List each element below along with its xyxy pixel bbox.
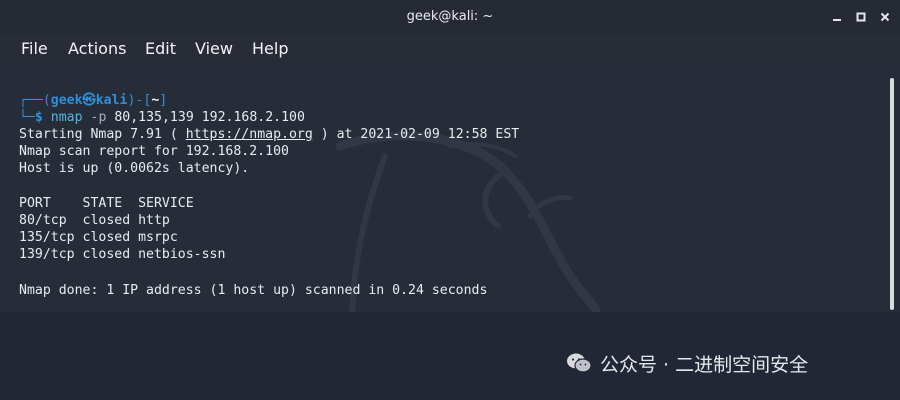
nmap-link[interactable]: https://nmap.org <box>186 127 313 142</box>
minimize-button[interactable] <box>829 9 845 25</box>
window-title: geek@kali: ~ <box>406 9 494 24</box>
prompt-separator: )-[ <box>127 93 152 108</box>
close-button[interactable] <box>877 9 893 25</box>
output-host-up: Host is up (0.0062s latency). <box>19 161 250 176</box>
close-icon <box>880 12 890 22</box>
starting-text: Starting Nmap 7.91 ( <box>19 127 186 142</box>
command-option: -p <box>90 110 107 125</box>
output-port-row: 135/tcp closed msrpc <box>19 230 178 245</box>
wechat-icon <box>567 353 592 373</box>
watermark: 公众号 · 二进制空间安全 <box>566 348 808 378</box>
prompt-dollar: $ <box>34 110 43 125</box>
output-done: Nmap done: 1 IP address (1 host up) scan… <box>19 283 488 298</box>
maximize-button[interactable] <box>853 9 869 25</box>
terminal-window: geek@kali: ~ File Actions Edit View Help <box>0 0 900 312</box>
menu-view[interactable]: View <box>195 38 233 60</box>
menu-help[interactable]: Help <box>252 38 288 60</box>
scrollbar-thumb[interactable] <box>890 78 894 310</box>
prompt-corner: ┌──( <box>19 93 51 108</box>
maximize-icon <box>856 12 866 22</box>
output-starting: Starting Nmap 7.91 ( https://nmap.org ) … <box>19 126 519 143</box>
command-name: nmap <box>50 110 83 125</box>
prompt-user: geek <box>50 93 83 108</box>
menu-edit[interactable]: Edit <box>145 38 176 60</box>
vertical-scrollbar[interactable] <box>884 66 900 312</box>
starting-timestamp: ) at 2021-02-09 12:58 EST <box>312 127 520 142</box>
menu-file[interactable]: File <box>21 38 48 60</box>
prompt-host: kali <box>95 93 128 108</box>
output-scan-report: Nmap scan report for 192.168.2.100 <box>19 144 289 159</box>
prompt-at-symbol: ㉿ <box>82 93 96 108</box>
prompt-corner-bottom: └─ <box>19 110 35 125</box>
watermark-text: 公众号 · 二进制空间安全 <box>600 353 809 376</box>
menu-actions[interactable]: Actions <box>68 38 126 60</box>
minimize-icon <box>833 19 841 21</box>
prompt-line-2: └─$ nmap -p 80,135,139 192.168.2.100 <box>19 109 305 126</box>
command-args: 80,135,139 192.168.2.100 <box>114 110 305 125</box>
prompt-line-1: ┌──(geek㉿kali)-[~] <box>19 92 167 109</box>
output-table-header: PORT STATE SERVICE <box>19 196 194 211</box>
prompt-bracket: ] <box>159 93 168 108</box>
terminal-output[interactable]: ┌──(geek㉿kali)-[~] └─$ nmap -p 80,135,13… <box>0 66 884 312</box>
menu-bar: File Actions Edit View Help <box>0 34 900 66</box>
output-port-row: 139/tcp closed netbios-ssn <box>19 247 226 262</box>
output-port-row: 80/tcp closed http <box>19 213 170 228</box>
title-bar[interactable]: geek@kali: ~ <box>0 0 900 34</box>
